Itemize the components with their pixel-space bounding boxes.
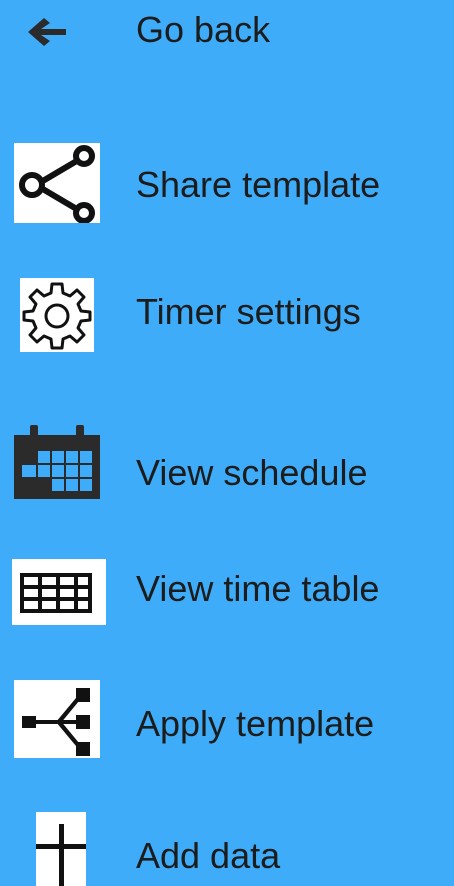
calendar-icon <box>14 425 100 499</box>
side-menu: Go back Share template Timer settings Vi… <box>0 0 454 886</box>
menu-item-label: View schedule <box>136 452 368 493</box>
gear-icon <box>20 278 94 352</box>
apply-template-icon <box>14 680 100 758</box>
menu-item-go-back[interactable]: Go back <box>0 0 454 80</box>
plus-icon <box>36 812 86 886</box>
menu-item-label: Add data <box>136 835 281 876</box>
menu-item-label: Share template <box>136 164 381 205</box>
menu-item-label: Timer settings <box>136 291 361 332</box>
menu-item-label: Go back <box>136 9 271 50</box>
menu-item-view-time-table[interactable]: View time table <box>0 555 454 635</box>
menu-item-timer-settings[interactable]: Timer settings <box>0 272 454 352</box>
share-icon <box>14 143 100 223</box>
menu-item-label: Apply template <box>136 703 375 744</box>
menu-item-apply-template[interactable]: Apply template <box>0 680 454 760</box>
menu-item-label: View time table <box>136 568 380 609</box>
arrow-left-icon <box>28 18 66 46</box>
menu-item-share-template[interactable]: Share template <box>0 143 454 223</box>
menu-item-add-data[interactable]: Add data <box>0 812 454 886</box>
table-grid-icon <box>12 559 106 625</box>
menu-item-view-schedule[interactable]: View schedule <box>0 425 454 505</box>
